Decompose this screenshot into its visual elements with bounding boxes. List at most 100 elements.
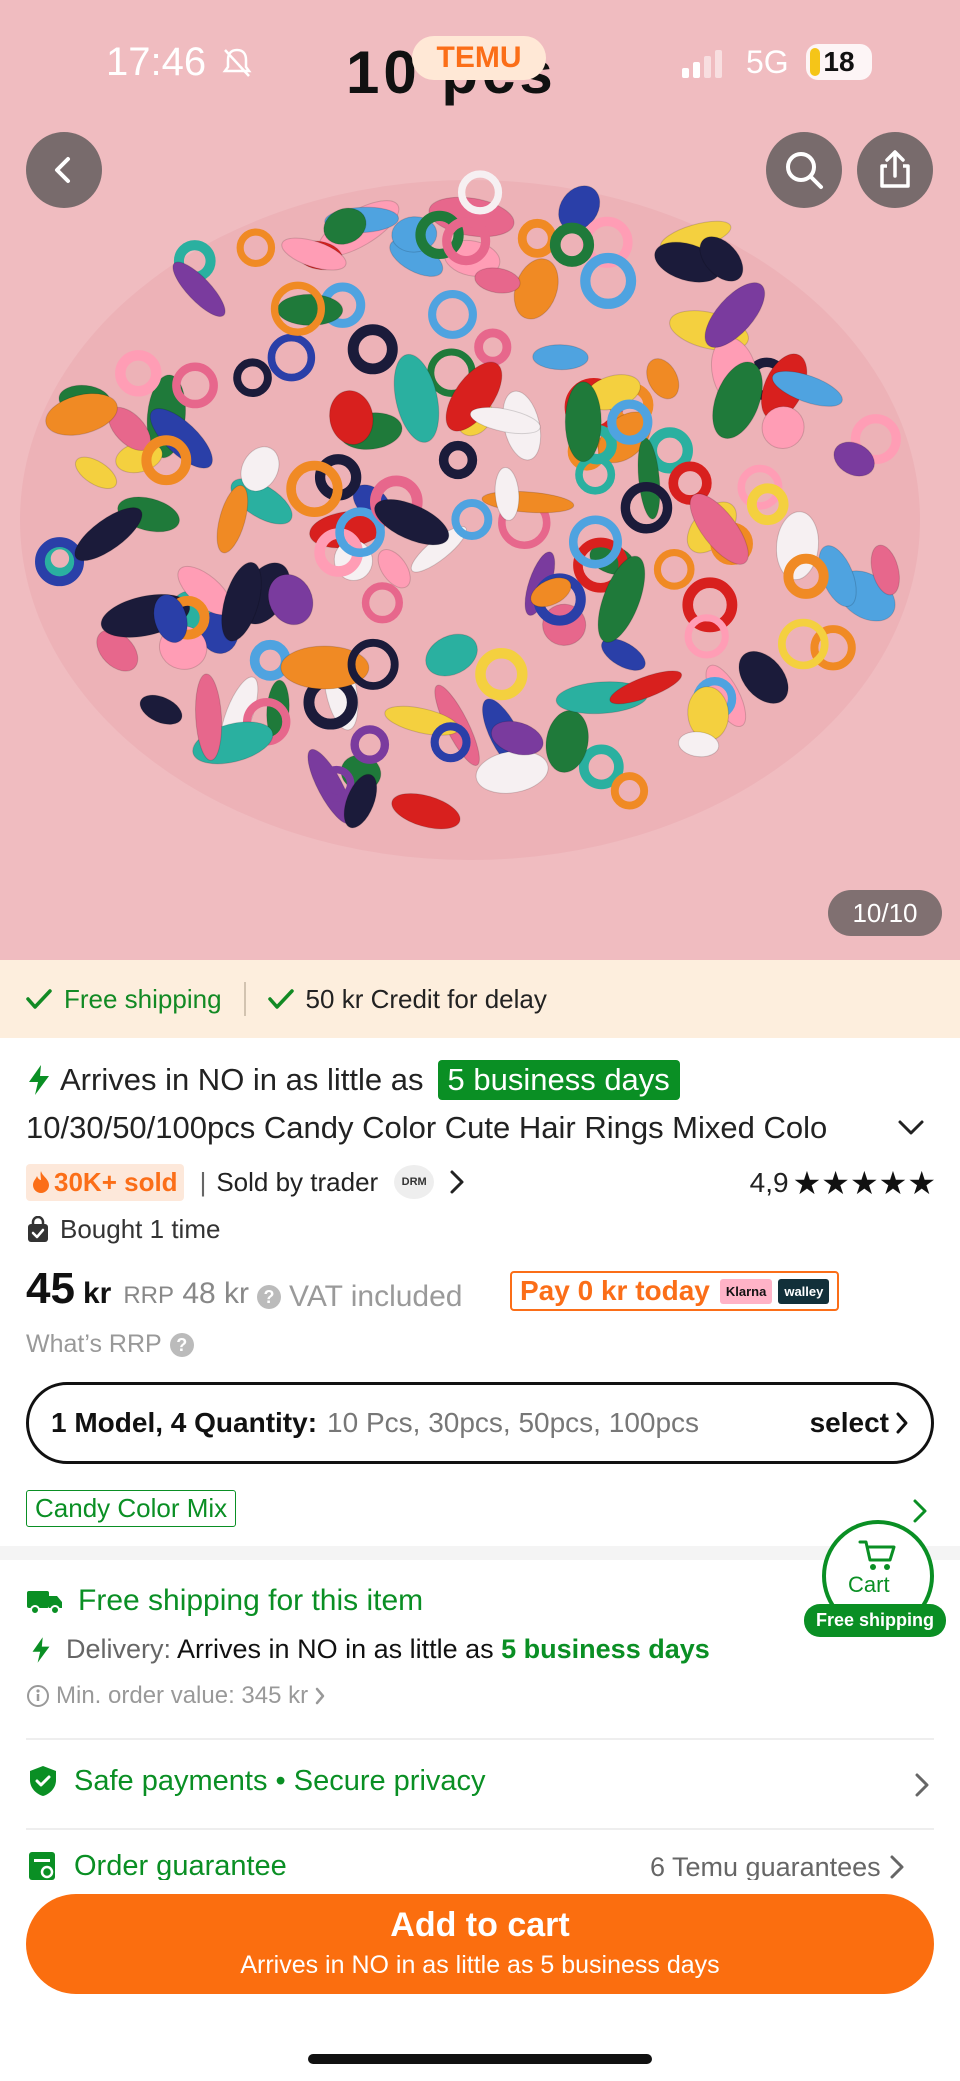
delay-credit-benefit: 50 kr Credit for delay [267, 983, 547, 1015]
rrp-value: 48 kr [182, 1277, 250, 1310]
chevron-left-icon [55, 157, 70, 183]
order-guarantee-row[interactable]: Order guarantee [26, 1848, 287, 1884]
lightning-icon [32, 1636, 50, 1663]
rrp-label: RRP [123, 1282, 174, 1309]
lightning-icon [29, 1065, 49, 1095]
delivery-info: Delivery: Arrives in NO in as little as … [30, 1634, 710, 1665]
delivery-days: 5 business days [501, 1634, 710, 1664]
floating-cart-button[interactable]: Cart Free shipping [804, 1520, 960, 1638]
order-guarantee-label: Order guarantee [74, 1849, 287, 1882]
shopping-bag-icon [28, 1215, 48, 1242]
rrp-price: RRP 48 kr [123, 1277, 249, 1311]
share-icon [880, 150, 910, 188]
vat-label: VAT included [289, 1280, 463, 1313]
guarantees-link[interactable]: 6 Temu guarantees [650, 1850, 905, 1884]
back-button[interactable] [26, 132, 102, 208]
free-shipping-title: Free shipping for this item [78, 1584, 424, 1617]
add-to-cart-button[interactable]: Add to cart Arrives in NO in as little a… [26, 1894, 934, 1994]
selector-options: 10 Pcs, 30pcs, 50pcs, 100pcs [327, 1407, 700, 1438]
signal-icon [682, 50, 722, 78]
bow-ear [564, 381, 602, 463]
chevron-right-icon [315, 1687, 325, 1705]
add-to-cart-sublabel: Arrives in NO in as little as 5 business… [240, 1951, 720, 1979]
sold-count-badge: 30K+ sold [26, 1163, 184, 1201]
walley-logo: walley [778, 1278, 830, 1304]
battery-indicator: 18 [806, 44, 872, 80]
min-order-link[interactable]: Min. order value: 345 kr [26, 1682, 326, 1710]
truck-icon [27, 1591, 62, 1615]
clock: 17:46 [106, 40, 207, 84]
shield-check-icon [30, 1766, 56, 1796]
help-icon: ? [257, 1285, 282, 1309]
chevron-right-icon[interactable] [914, 1772, 930, 1798]
cart-icon [858, 1540, 896, 1570]
bottom-action-bar: Add to cart Arrives in NO in as little a… [0, 1880, 960, 2081]
vat-info[interactable]: ? VAT included [257, 1280, 462, 1314]
section-divider [0, 1546, 960, 1560]
pay-later-badge[interactable]: Pay 0 kr today Klarna walley [510, 1271, 840, 1311]
rating-stars: ★★★★★ [792, 1165, 936, 1201]
chevron-right-icon [896, 1412, 908, 1434]
rating-value: 4,9 [749, 1167, 789, 1198]
flame-icon [33, 1171, 49, 1193]
check-icon [26, 989, 52, 1009]
cart-free-shipping-badge: Free shipping [804, 1604, 947, 1637]
min-order-value: Min. order value: 345 kr [56, 1682, 309, 1709]
seller-logo: DRM [394, 1165, 435, 1199]
rating[interactable]: 4,9 ★★★★★ [750, 1164, 936, 1202]
variant-tag[interactable]: Candy Color Mix [26, 1490, 237, 1527]
arrival-prefix: Arrives in NO in as little as [60, 1062, 424, 1097]
seller-link[interactable]: Sold by trader DRM [216, 1165, 466, 1199]
bought-count: Bought 1 time [60, 1214, 221, 1244]
sales-seller-row: 30K+ sold | Sold by trader DRM 4,9 ★★★★★ [26, 1162, 936, 1202]
check-icon [267, 989, 294, 1009]
share-button[interactable] [857, 132, 933, 208]
bow-ear [276, 293, 344, 326]
product-title[interactable]: 10/30/50/100pcs Candy Color Cute Hair Ri… [26, 1110, 866, 1146]
product-image-gallery[interactable]: 17:46 5G 18 10 pcs TEMU 10/10 [0, 0, 960, 960]
secure-privacy-label: Secure privacy [293, 1764, 486, 1797]
chevron-right-icon [890, 1855, 904, 1879]
divider [26, 1828, 934, 1830]
delay-credit-label: 50 kr Credit for delay [305, 983, 547, 1014]
info-icon [27, 1685, 49, 1707]
chevron-down-icon[interactable] [896, 1116, 926, 1140]
klarna-logo: Klarna [719, 1278, 773, 1304]
arrival-estimate: Arrives in NO in as little as 5 business… [26, 1060, 680, 1100]
help-icon: ? [169, 1332, 194, 1357]
sold-count: 30K+ sold [54, 1166, 178, 1197]
variant-quantity-selector[interactable]: 1 Model, 4 Quantity: 10 Pcs, 30pcs, 50pc… [26, 1382, 934, 1464]
delivery-label: Delivery: [66, 1634, 172, 1664]
divider [243, 982, 246, 1016]
pay-today-label: Pay 0 kr today [520, 1275, 710, 1306]
silent-bell-icon [222, 48, 252, 77]
purchase-history: Bought 1 time [26, 1214, 220, 1245]
home-indicator [308, 2054, 652, 2064]
selector-label: 1 Model, 4 Quantity: [51, 1407, 318, 1438]
select-label: select [809, 1407, 889, 1438]
divider: | [199, 1166, 207, 1197]
temu-logo: TEMU [412, 36, 546, 80]
free-shipping-item[interactable]: Free shipping for this item [26, 1584, 423, 1618]
cart-label: Cart [848, 1572, 890, 1597]
search-icon [786, 152, 823, 189]
select-button[interactable]: select [810, 1407, 909, 1439]
arrival-days-highlight: 5 business days [437, 1060, 680, 1100]
shipping-benefits-bar[interactable]: Free shipping 50 kr Credit for delay [0, 960, 960, 1038]
chevron-right-icon [450, 1170, 464, 1194]
price-value: 45 [26, 1264, 75, 1313]
seller-label: Sold by trader [216, 1166, 379, 1197]
guarantee-icon [29, 1852, 55, 1880]
network-type: 5G [746, 44, 789, 80]
free-shipping-label: Free shipping [64, 983, 222, 1014]
add-to-cart-label: Add to cart [390, 1906, 570, 1944]
guarantees-count: 6 Temu guarantees [650, 1851, 881, 1882]
safe-payments-row[interactable]: Safe payments • Secure privacy [26, 1764, 486, 1798]
free-shipping-benefit: Free shipping [26, 984, 222, 1015]
safe-payments-label: Safe payments [74, 1764, 268, 1797]
search-button[interactable] [766, 132, 842, 208]
what-rrp-link[interactable]: What’s RRP ? [26, 1330, 194, 1359]
divider [26, 1738, 934, 1740]
delivery-text: Arrives in NO in as little as [177, 1634, 494, 1664]
image-counter: 10/10 [828, 890, 942, 936]
